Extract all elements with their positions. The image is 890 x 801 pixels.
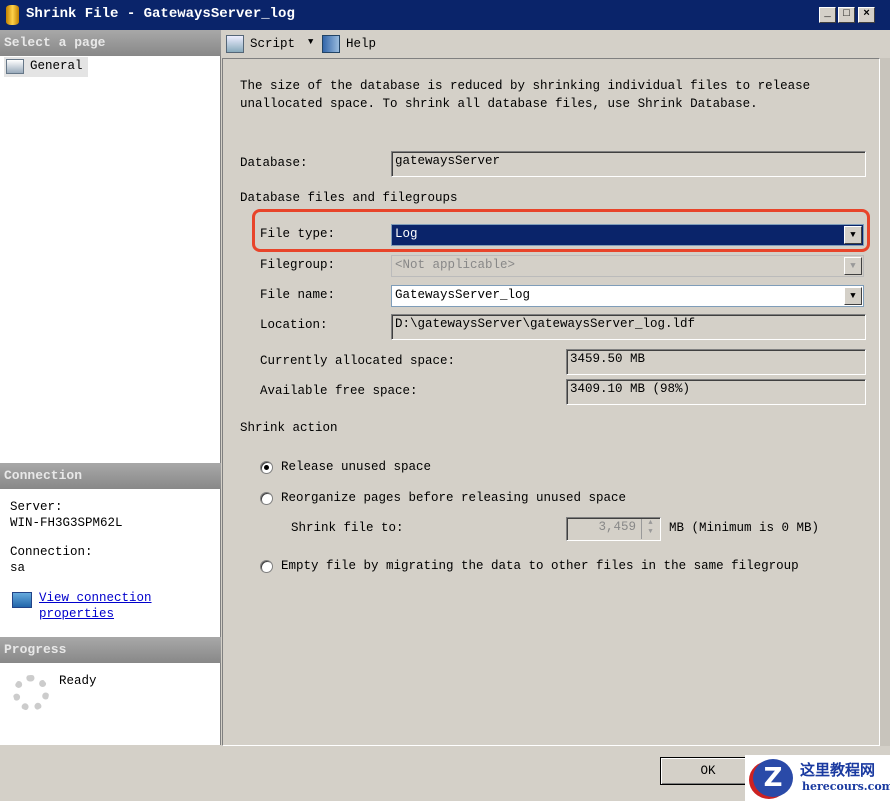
description-line-1: The size of the database is reduced by s…: [240, 79, 811, 93]
maximize-button[interactable]: □: [838, 7, 855, 23]
database-label: Database:: [240, 156, 308, 170]
shrink-to-unit: MB (Minimum is 0 MB): [669, 521, 820, 535]
page-label: General: [30, 59, 83, 73]
empty-file-radio[interactable]: [260, 560, 273, 573]
connection-value: sa: [10, 561, 26, 575]
description-line-2: unallocated space. To shrink all databas…: [240, 97, 758, 111]
file-type-value: Log: [395, 227, 418, 241]
page-general[interactable]: General: [4, 57, 88, 77]
filegroup-select[interactable]: <Not applicable> ▼: [391, 255, 864, 277]
chevron-down-icon[interactable]: ▼: [844, 226, 862, 244]
files-section-label: Database files and filegroups: [240, 191, 458, 205]
chevron-down-icon[interactable]: ▼: [844, 287, 862, 305]
title-bar: Shrink File - GatewaysServer_log _ □ ×: [0, 0, 890, 30]
script-icon: [226, 35, 244, 53]
location-label: Location:: [260, 318, 328, 332]
dropdown-arrow-icon[interactable]: ▼: [308, 37, 313, 47]
file-name-label: File name:: [260, 288, 336, 302]
shrink-to-label: Shrink file to:: [291, 521, 404, 535]
help-button[interactable]: Help: [322, 35, 382, 55]
location-field: D:\gatewaysServer\gatewaysServer_log.ldf: [391, 314, 866, 340]
view-connection-link[interactable]: View connection: [39, 591, 152, 605]
file-name-value: GatewaysServer_log: [395, 288, 531, 302]
connection-label: Connection:: [10, 545, 93, 559]
release-label: Release unused space: [281, 460, 432, 474]
ok-button[interactable]: OK: [660, 757, 756, 785]
reorganize-label: Reorganize pages before releasing unused…: [281, 491, 627, 505]
left-panel: Select a page General Connection Server:…: [0, 30, 221, 745]
server-value: WIN-FH3G3SPM62L: [10, 516, 123, 530]
toolbar: Script ▼ Help: [222, 30, 890, 58]
free-space-label: Available free space:: [260, 384, 418, 398]
chevron-down-icon[interactable]: ▼: [844, 257, 862, 275]
view-connection-link-2[interactable]: properties: [39, 607, 114, 621]
spin-arrows-icon[interactable]: ▲ ▼: [641, 519, 659, 539]
server-label: Server:: [10, 500, 63, 514]
help-icon: [322, 35, 340, 53]
scrollbar[interactable]: [880, 58, 890, 746]
database-field: gatewaysServer: [391, 151, 866, 177]
allocated-field: 3459.50 MB: [566, 349, 866, 375]
filegroup-label: Filegroup:: [260, 258, 336, 272]
database-icon: [6, 5, 19, 25]
free-space-field: 3409.10 MB (98%): [566, 379, 866, 405]
select-page-header: Select a page: [0, 30, 221, 56]
shrink-to-stepper[interactable]: 3,459 ▲ ▼: [566, 517, 661, 541]
connection-header: Connection: [0, 463, 221, 489]
file-type-select[interactable]: Log ▼: [391, 224, 864, 246]
properties-icon: [6, 59, 24, 74]
progress-header: Progress: [0, 637, 221, 663]
script-label: Script: [250, 37, 296, 51]
shrink-to-value: 3,459: [598, 520, 636, 534]
watermark: Z 这里教程网 herecours.com: [745, 755, 890, 801]
progress-status: Ready: [59, 674, 97, 688]
empty-file-label: Empty file by migrating the data to othe…: [281, 559, 799, 573]
filegroup-value: <Not applicable>: [395, 258, 516, 272]
file-type-label: File type:: [260, 227, 336, 241]
spinner-icon: [13, 675, 49, 711]
release-radio[interactable]: [260, 461, 273, 474]
minimize-button[interactable]: _: [819, 7, 836, 23]
close-button[interactable]: ×: [858, 7, 875, 23]
reorganize-radio[interactable]: [260, 492, 273, 505]
window-title: Shrink File - GatewaysServer_log: [26, 6, 295, 22]
help-label: Help: [346, 37, 377, 51]
shrink-action-label: Shrink action: [240, 421, 338, 435]
file-name-select[interactable]: GatewaysServer_log ▼: [391, 285, 864, 307]
connection-icon: [12, 592, 32, 608]
allocated-label: Currently allocated space:: [260, 354, 456, 368]
